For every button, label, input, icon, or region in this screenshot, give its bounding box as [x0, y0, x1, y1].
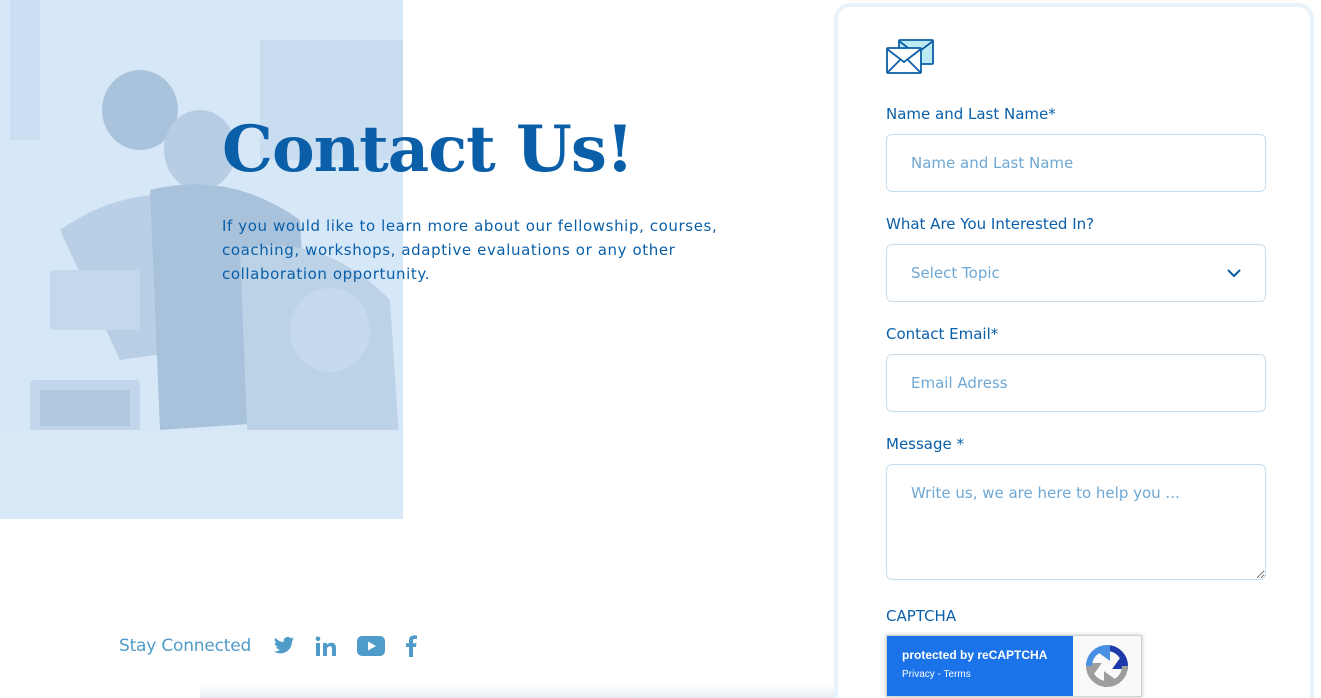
youtube-icon[interactable]: [357, 636, 386, 656]
recaptcha-widget[interactable]: protected by reCAPTCHA Privacy - Terms: [886, 635, 1142, 697]
chevron-down-icon: [1227, 264, 1241, 282]
message-label: Message *: [886, 435, 965, 453]
social-links: Stay Connected: [119, 632, 437, 660]
page-title: Contact Us!: [222, 112, 634, 187]
recaptcha-privacy-link[interactable]: Privacy: [902, 669, 935, 680]
envelope-icon: [885, 38, 937, 82]
topic-select[interactable]: Select Topic: [886, 244, 1266, 302]
section-divider: [200, 684, 840, 698]
name-label: Name and Last Name*: [886, 105, 1056, 123]
stay-connected-label: Stay Connected: [119, 636, 252, 656]
recaptcha-logo-icon: [1073, 636, 1141, 696]
topic-select-value: Select Topic: [911, 264, 1000, 282]
recaptcha-terms-link[interactable]: Terms: [944, 669, 971, 680]
intro-text: If you would like to learn more about ou…: [222, 217, 718, 283]
contact-page: Contact Us! If you would like to learn m…: [0, 0, 1321, 698]
recaptcha-info: protected by reCAPTCHA Privacy - Terms: [887, 636, 1073, 696]
linkedin-icon[interactable]: [315, 636, 337, 656]
twitter-icon[interactable]: [273, 636, 295, 656]
recaptcha-text: protected by reCAPTCHA: [902, 648, 1048, 662]
email-input[interactable]: [886, 354, 1266, 412]
captcha-label: CAPTCHA: [886, 607, 957, 625]
message-textarea[interactable]: [886, 464, 1266, 580]
email-label: Contact Email*: [886, 325, 999, 343]
topic-label: What Are You Interested In?: [886, 215, 1095, 233]
recaptcha-separator: -: [934, 669, 944, 680]
facebook-icon[interactable]: [405, 635, 418, 657]
recaptcha-links: Privacy - Terms: [902, 669, 1073, 680]
name-input[interactable]: [886, 134, 1266, 192]
